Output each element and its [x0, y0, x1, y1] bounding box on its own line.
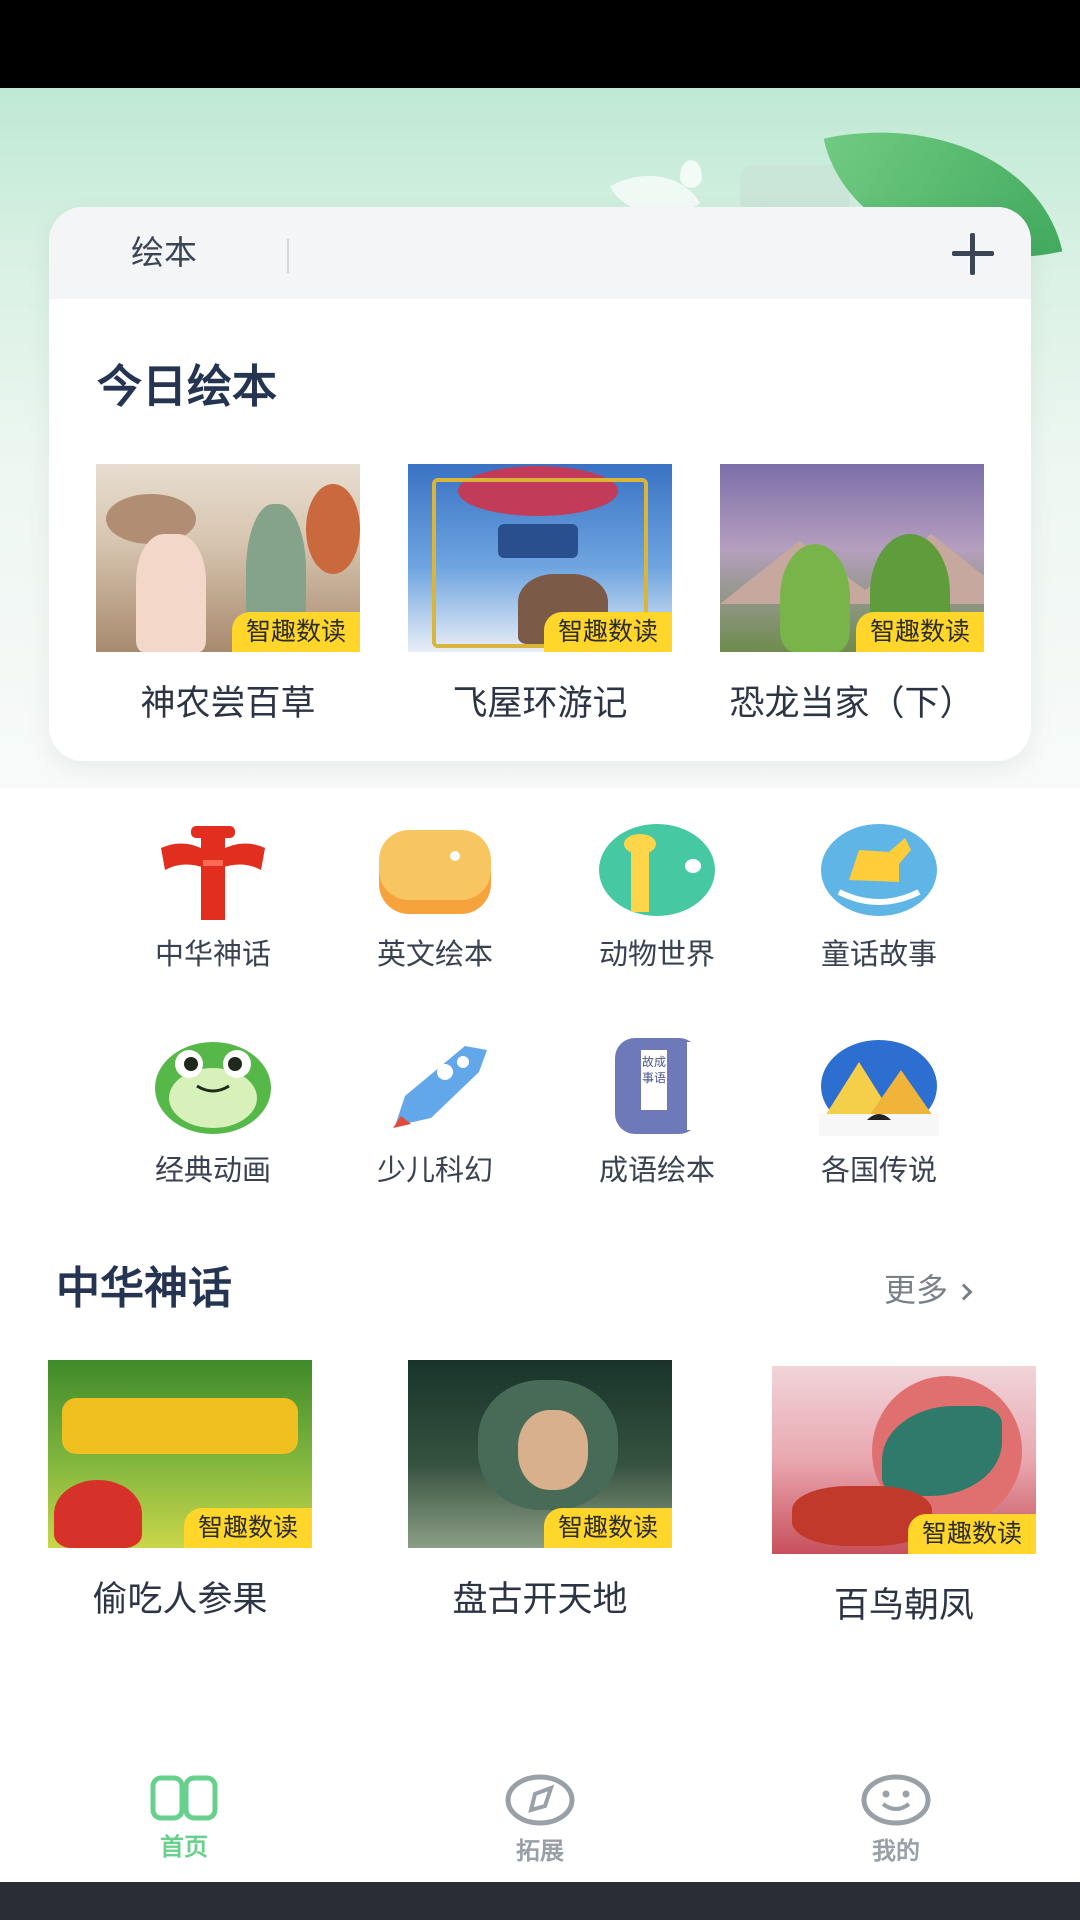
book-cover: 智趣数读: [408, 1360, 672, 1548]
cover-art-monkey: [54, 1480, 142, 1548]
nav-explore[interactable]: 拓展: [480, 1774, 600, 1866]
book-badge: 智趣数读: [543, 612, 672, 652]
rocket-icon: [375, 1036, 495, 1136]
smiley-icon: [861, 1774, 931, 1826]
book-cover: 智趣数读: [48, 1360, 312, 1548]
cover-art-dinosaur: [780, 544, 850, 652]
book-cover: 智趣数读: [720, 464, 984, 652]
section-title-chinese-myths: 中华神话: [56, 1263, 232, 1314]
book-card[interactable]: 智趣数读 百鸟朝凤: [772, 1366, 1036, 1626]
book-card[interactable]: 智趣数读 飞屋环游记: [408, 464, 672, 724]
category-chinese-myths[interactable]: 中华神话: [113, 820, 313, 972]
book-title: 恐龙当家（下）: [729, 684, 975, 724]
today-books-card: 绘本 今日绘本 智趣数读 神农尝百草 智趣数读 飞屋环游记 智趣数读 恐龙当家（…: [49, 207, 1031, 761]
category-world-legends[interactable]: 各国传说: [779, 1036, 979, 1188]
cover-art-tree: [306, 484, 360, 574]
rocking-horse-icon: [819, 820, 939, 920]
pyramid-icon: [819, 1036, 939, 1136]
category-english-books[interactable]: 英文绘本: [335, 820, 535, 972]
nav-label: 拓展: [516, 1837, 564, 1865]
nav-label: 我的: [872, 1837, 920, 1865]
app-screen: 绘本 今日绘本 智趣数读 神农尝百草 智趣数读 飞屋环游记 智趣数读 恐龙当家（…: [0, 0, 1080, 1920]
category-fairy-tales[interactable]: 童话故事: [779, 820, 979, 972]
open-book-icon: [150, 1775, 218, 1821]
book-card[interactable]: 智趣数读 盘古开天地: [408, 1360, 672, 1620]
book-title: 偷吃人参果: [92, 1580, 268, 1620]
nav-label: 首页: [160, 1833, 208, 1861]
category-classic-animation[interactable]: 经典动画: [113, 1036, 313, 1188]
cover-art-figure: [136, 534, 206, 652]
category-idiom-books[interactable]: 成语故事 成语绘本: [557, 1036, 757, 1188]
category-label: 中华神话: [154, 937, 271, 971]
frog-icon: [153, 1036, 273, 1136]
category-label: 各国传说: [820, 1153, 937, 1187]
book-badge: 智趣数读: [855, 612, 984, 652]
category-label: 英文绘本: [376, 937, 493, 971]
book-title: 飞屋环游记: [452, 684, 628, 724]
idiom-book-icon: 成语故事: [597, 1036, 717, 1136]
book-card[interactable]: 智趣数读 恐龙当家（下）: [720, 464, 984, 724]
decorative-drop: [680, 160, 702, 188]
idiom-book-icon-char: 故: [642, 1054, 654, 1069]
system-gesture-bar: [0, 1882, 1080, 1920]
category-kids-scifi[interactable]: 少儿科幻: [335, 1036, 535, 1188]
nav-profile[interactable]: 我的: [836, 1774, 956, 1866]
book-cover: 智趣数读: [772, 1366, 1036, 1554]
category-label: 少儿科幻: [376, 1153, 493, 1187]
chevron-right-icon: [955, 1283, 973, 1301]
tab-picture-books[interactable]: 绘本: [131, 233, 197, 273]
cover-art-house: [498, 524, 578, 558]
category-label: 动物世界: [598, 937, 715, 971]
category-animal-world[interactable]: 动物世界: [557, 820, 757, 972]
book-badge: 智趣数读: [183, 1508, 312, 1548]
category-label: 成语绘本: [598, 1153, 715, 1187]
card-tab-bar: 绘本: [49, 207, 1031, 299]
tab-divider: [287, 239, 289, 273]
book-card[interactable]: 智趣数读 偷吃人参果: [48, 1360, 312, 1620]
torii-gate-icon: [153, 820, 273, 920]
more-label: 更多: [884, 1271, 949, 1309]
orange-book-icon: [375, 820, 495, 920]
idiom-book-icon-char: 成: [654, 1055, 666, 1069]
idiom-book-icon-char: 事: [642, 1071, 654, 1085]
book-cover: 智趣数读: [408, 464, 672, 652]
nav-home[interactable]: 首页: [124, 1774, 244, 1862]
book-badge: 智趣数读: [907, 1514, 1036, 1554]
cover-art-face: [518, 1410, 588, 1490]
book-badge: 智趣数读: [543, 1508, 672, 1548]
book-badge: 智趣数读: [231, 612, 360, 652]
book-title: 盘古开天地: [452, 1580, 628, 1620]
book-title: 神农尝百草: [140, 684, 316, 724]
category-label: 童话故事: [820, 937, 937, 971]
cover-art-title-logo: [62, 1398, 298, 1454]
book-card[interactable]: 智趣数读 神农尝百草: [96, 464, 360, 724]
book-cover: 智趣数读: [96, 464, 360, 652]
section-title-today: 今日绘本: [97, 360, 278, 413]
bottom-nav: 首页 拓展 我的: [0, 1760, 1080, 1882]
book-title: 百鸟朝凤: [833, 1586, 974, 1626]
status-bar: [0, 0, 1080, 88]
compass-icon: [505, 1774, 575, 1826]
more-link[interactable]: 更多: [884, 1270, 973, 1310]
idiom-book-icon-char: 语: [654, 1071, 666, 1085]
add-tab-button[interactable]: [945, 225, 1001, 281]
category-label: 经典动画: [154, 1153, 271, 1187]
giraffe-icon: [597, 820, 717, 920]
